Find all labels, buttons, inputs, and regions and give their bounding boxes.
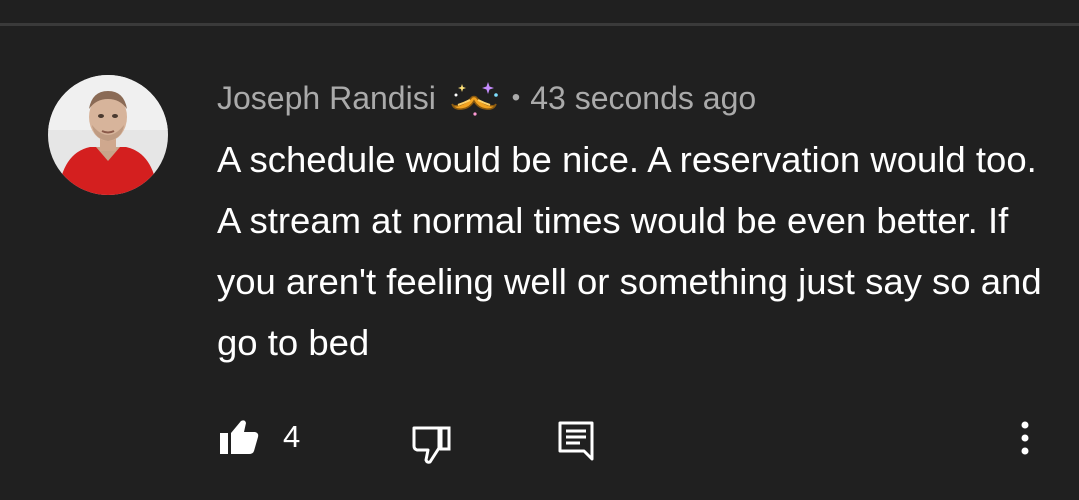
comment-header: Joseph Randisi • 43 seconds ago — [217, 76, 756, 120]
comment-action-bar: 4 — [0, 410, 1079, 470]
thumbs-down-icon — [412, 426, 451, 464]
avatar-image — [48, 75, 168, 195]
comment-text: A schedule would be nice. A reservation … — [217, 139, 1042, 363]
like-button[interactable] — [219, 419, 259, 455]
like-count: 4 — [283, 419, 301, 454]
more-options-button[interactable] — [1015, 419, 1035, 459]
reply-comment-icon — [558, 421, 594, 461]
author-name[interactable]: Joseph Randisi — [217, 80, 436, 117]
header-separator: • — [511, 84, 521, 111]
dislike-button[interactable] — [412, 426, 452, 464]
top-divider — [0, 23, 1079, 26]
avatar[interactable] — [48, 75, 168, 195]
reply-button[interactable] — [558, 421, 594, 461]
mustache-sparkle-badge-icon — [448, 78, 500, 118]
thumbs-up-icon — [220, 420, 259, 454]
more-vertical-icon — [1021, 421, 1029, 455]
comment-timestamp[interactable]: 43 seconds ago — [530, 80, 756, 117]
